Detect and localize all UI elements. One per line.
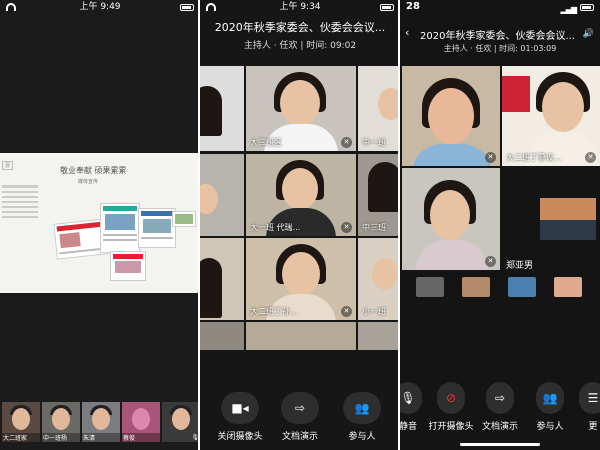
participant-thumb[interactable]: 大二班家 — [2, 402, 40, 442]
participant-thumb[interactable] — [508, 277, 536, 297]
meeting-screen-slide-view: 上午 9:49 展 敬业奉献 硕果累累 媒体宣传 大二班家 中一班杨 朱清 蔡俊… — [0, 0, 200, 450]
video-tile[interactable]: ✕ — [402, 168, 500, 270]
participants-icon: 👥 — [536, 382, 564, 414]
video-tile[interactable] — [540, 198, 596, 240]
video-tile[interactable] — [200, 238, 244, 320]
toolbar-label: 关闭摄像头 — [217, 432, 263, 442]
video-tile[interactable]: 小一班 — [358, 238, 400, 320]
participants-button[interactable]: 👥 参与人 — [528, 382, 572, 432]
wifi-icon — [6, 3, 16, 11]
video-tile[interactable] — [200, 66, 244, 151]
participant-name: 蔡俊 — [122, 433, 160, 442]
meeting-screen-speaker-view: 28 ▂▄▆ ‹ 2020年秋季家委会、伙委会会议... 🔊 主持人 · 任欢 … — [400, 0, 600, 450]
video-tile[interactable]: 大二班丁慕议... ✕ — [502, 66, 600, 166]
participant-thumb[interactable] — [554, 277, 582, 297]
video-tile[interactable]: ✕ — [402, 66, 500, 166]
status-time: 上午 9:34 — [279, 2, 321, 12]
participant-label: 大二班丁慕议... — [506, 153, 562, 162]
decoration — [502, 76, 530, 112]
status-time: 上午 9:49 — [79, 2, 121, 12]
meeting-screen-gallery-view: 上午 9:34 2020年秋季家委会、伙委会会议... 主持人 · 任欢 | 时… — [200, 0, 400, 450]
camera-off-button[interactable]: ■◂ 关闭摄像头 — [210, 392, 270, 442]
toolbar-label: 更 — [588, 422, 598, 432]
participant-name: 大二班家 — [2, 433, 40, 442]
status-time: 28 — [406, 1, 420, 12]
participant-label: 小一班 — [362, 307, 386, 316]
camera-off-icon: ⊘ — [437, 382, 465, 414]
shared-slide: 展 敬业奉献 硕果累累 媒体宣传 — [0, 153, 200, 293]
mic-muted-icon: ✕ — [341, 222, 352, 233]
toolbar-label: 参与人 — [348, 432, 376, 442]
toolbar-label: 静音 — [400, 422, 417, 432]
status-bar: 28 ▂▄▆ — [400, 0, 600, 14]
mute-button[interactable]: 🎙 静音 — [400, 382, 428, 432]
participant-name: 朱清 — [82, 433, 120, 442]
participant-thumb[interactable] — [416, 277, 444, 297]
share-document-button[interactable]: ⇨ 文档演示 — [270, 392, 330, 442]
participant-thumb[interactable]: 蔡俊 — [122, 402, 160, 442]
video-tile[interactable] — [358, 322, 400, 350]
toolbar-label: 文档演示 — [481, 422, 518, 432]
mute-icon: 🎙 — [400, 382, 422, 414]
video-tile[interactable]: 大二班丁孙... ✕ — [246, 238, 356, 320]
toolbar-label: 打开摄像头 — [428, 422, 474, 432]
battery-icon — [180, 4, 194, 11]
camera-icon: ■◂ — [221, 392, 259, 424]
participant-thumb[interactable] — [462, 277, 490, 297]
status-bar: 上午 9:49 — [0, 0, 200, 14]
wifi-icon — [206, 3, 216, 11]
slide-subtitle: 媒体宣传 — [78, 179, 99, 185]
toolbar-label: 文档演示 — [281, 432, 318, 442]
meeting-title: 2020年秋季家委会、伙委会会议... — [420, 31, 575, 42]
participant-thumb[interactable]: 朱清 — [82, 402, 120, 442]
signal-icon: ▂▄▆ — [560, 5, 578, 14]
slide-left-text — [2, 167, 38, 221]
meeting-host-time: 主持人 · 任欢 | 时间: 01:03:09 — [443, 44, 557, 53]
meeting-host-time: 主持人 · 任欢 | 时间: 09:02 — [243, 41, 357, 51]
status-bar: 上午 9:34 — [200, 0, 400, 14]
share-screen-icon: ⇨ — [281, 392, 319, 424]
mic-muted-icon: ✕ — [585, 152, 596, 163]
participant-label: 中三班 — [362, 223, 386, 232]
mic-muted-icon: ✕ — [485, 256, 496, 267]
back-icon[interactable]: ‹ — [405, 26, 409, 39]
mic-muted-icon: ✕ — [485, 152, 496, 163]
newspaper-image — [110, 251, 146, 281]
battery-icon — [580, 4, 594, 11]
participant-name: 中一班杨 — [42, 433, 80, 442]
newspaper-image — [172, 211, 196, 227]
newspaper-image — [138, 208, 176, 248]
home-indicator — [460, 443, 540, 446]
slide-title: 敬业奉献 硕果累累 — [60, 166, 127, 175]
mic-muted-icon: ✕ — [341, 306, 352, 317]
newspaper-image — [100, 203, 140, 253]
video-tile[interactable]: 中一班 — [358, 66, 400, 151]
video-tile[interactable]: 中三班 — [358, 154, 400, 236]
camera-on-button[interactable]: ⊘ 打开摄像头 — [426, 382, 476, 432]
video-tile[interactable] — [246, 322, 356, 350]
more-button[interactable]: ☰ 更 — [576, 382, 600, 432]
speaker-name: 郑亚男 — [506, 261, 534, 271]
toolbar-label: 参与人 — [536, 422, 564, 432]
mic-muted-icon: ✕ — [341, 137, 352, 148]
participants-button[interactable]: 👥 参与人 — [332, 392, 392, 442]
participant-thumb[interactable]: 🎙 — [162, 402, 200, 442]
participants-icon: 👥 — [343, 392, 381, 424]
share-screen-icon: ⇨ — [486, 382, 514, 414]
meeting-title: 2020年秋季家委会、伙委会会议... — [214, 21, 386, 34]
participant-thumb[interactable]: 中一班杨 — [42, 402, 80, 442]
battery-icon — [380, 4, 394, 11]
video-tile[interactable]: 大三班区 ✕ — [246, 66, 356, 151]
participant-label: 大三班区 — [250, 138, 282, 147]
more-icon: ☰ — [579, 382, 600, 414]
video-tile[interactable]: 大一班 代瑞... ✕ — [246, 154, 356, 236]
video-tile[interactable] — [200, 154, 244, 236]
speaker-icon[interactable]: 🔊 — [583, 29, 594, 39]
participant-label: 大一班 代瑞... — [250, 223, 301, 232]
video-tile[interactable] — [200, 322, 244, 350]
participant-label: 大二班丁孙... — [250, 307, 298, 316]
participant-label: 中一班 — [362, 138, 386, 147]
share-document-button[interactable]: ⇨ 文档演示 — [478, 382, 522, 432]
